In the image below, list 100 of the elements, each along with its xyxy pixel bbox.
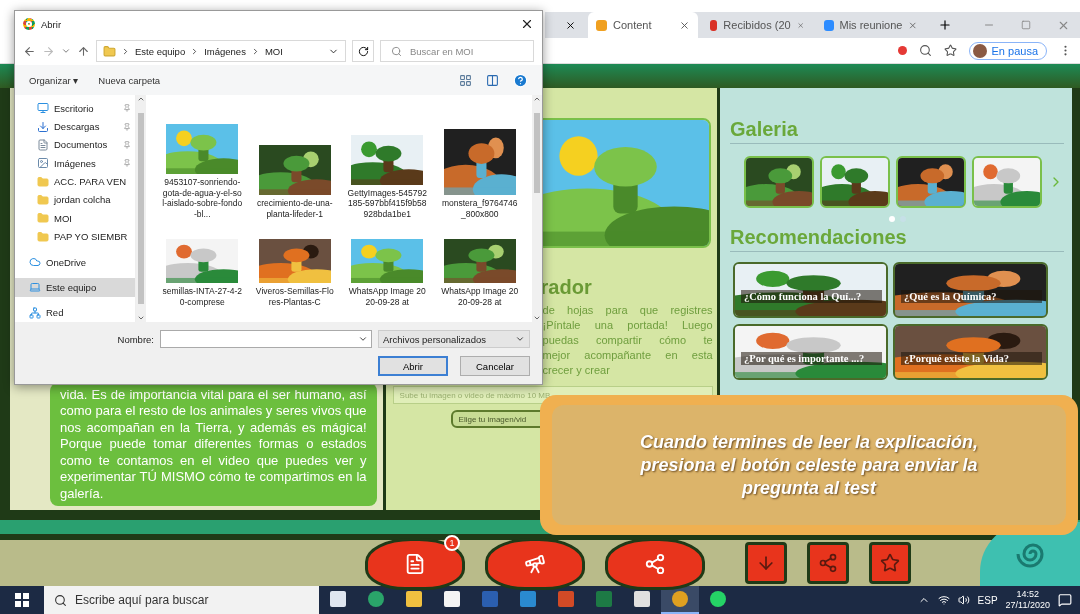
sidebar-item[interactable]: Documentos [15, 135, 135, 155]
chrome-icon [23, 18, 35, 30]
image-icon [37, 157, 49, 170]
windows-icon [15, 593, 29, 607]
network-icon [29, 306, 41, 319]
folder-icon [37, 175, 49, 188]
scrollbar-thumb[interactable] [138, 113, 144, 304]
search-field[interactable]: Buscar en MOI [380, 40, 534, 62]
extension-icon[interactable] [897, 46, 907, 55]
card-title: ¿Qué es la Química? [901, 290, 1042, 303]
new-tab-icon[interactable] [938, 18, 952, 32]
close-icon[interactable] [520, 17, 534, 31]
telescope-icon [524, 553, 546, 575]
recommendation-card[interactable]: ¿Porqué existe la Vida? [893, 324, 1048, 380]
new-folder-button[interactable]: Nueva carpeta [98, 74, 161, 86]
close-icon[interactable] [565, 19, 576, 31]
file-type-select[interactable]: Archivos personalizados [378, 330, 530, 348]
browser-tab[interactable]: Content [588, 12, 698, 38]
view-icon[interactable] [459, 73, 472, 87]
file-item[interactable]: monstera_f9764746_800x800 [433, 101, 526, 239]
scroll-down-icon[interactable] [533, 314, 541, 322]
browser-tab[interactable]: Recibidos (20 [702, 12, 812, 38]
refresh-button[interactable] [352, 40, 374, 62]
preview-pane-icon[interactable] [486, 73, 499, 87]
file-item[interactable]: crecimiento-de-una-planta-lifeder-1 [248, 101, 341, 239]
search-icon[interactable] [918, 44, 932, 57]
sidebar-item[interactable]: Este equipo [15, 278, 135, 297]
dialog-title: Abrir [41, 18, 63, 30]
recommendation-card[interactable]: ¿Cómo funciona la Quí...? [733, 262, 888, 318]
help-icon[interactable] [513, 72, 528, 88]
language-indicator[interactable]: ESP [977, 594, 998, 606]
breadcrumb[interactable]: Este equipo [135, 45, 186, 57]
file-item[interactable]: WhatsApp Image 2020-09-28 at [433, 239, 526, 322]
field-label: Nombre: [117, 333, 154, 345]
whatsapp-icon [710, 591, 726, 607]
scroll-up-icon[interactable] [533, 95, 541, 103]
lesson-text: vida. Es de importancia vital para el ser humano, así como para el resto de los animales y seres vivos que nos acompañan en la Tierra, y además es mágica! Porque puede tomar diferentes formas o estados como te contamos en el video que puedes ver y experimentar TÚ MISMO cómo te compartimos en la galería. [50, 382, 377, 506]
file-item[interactable]: WhatsApp Image 2020-09-28 at [341, 239, 434, 322]
dropdown-icon [358, 334, 368, 344]
sidebar-item[interactable]: Escritorio [15, 99, 135, 118]
taskbar-search[interactable]: Escribe aquí para buscar [44, 586, 319, 614]
refresh-icon [357, 45, 369, 57]
network-icon[interactable] [937, 594, 950, 606]
tool-button[interactable] [807, 542, 849, 584]
store-icon [444, 591, 460, 607]
file-item[interactable]: 9453107-sonriendo-gota-de-agua-y-el-sol-aislado-sobre-fondo-bl... [156, 101, 249, 239]
notifications-icon[interactable] [1058, 593, 1072, 607]
browser-tab[interactable]: Mis reunione [816, 12, 926, 38]
organize-menu[interactable]: Organizar ▾ [29, 74, 79, 86]
sidebar-item[interactable]: PAP YO SIEMBR [15, 227, 135, 246]
taskbar-app[interactable] [661, 586, 699, 614]
sidebar-item[interactable]: Red [15, 303, 135, 322]
tool-button[interactable] [745, 542, 787, 584]
recommendation-card[interactable]: ¿Por qué es importante ...? [733, 324, 888, 380]
video-icon [824, 19, 834, 31]
sidebar-item[interactable]: Descargas [15, 117, 135, 136]
open-button[interactable]: Abrir [378, 356, 448, 376]
scroll-down-icon[interactable] [137, 314, 145, 322]
bookmark-star-icon[interactable] [943, 44, 957, 57]
scrollbar-thumb[interactable] [534, 113, 540, 194]
sidebar-item[interactable]: MOI [15, 209, 135, 228]
file-item[interactable]: GettyImages-545792185-597bbf415f9b58928bda1be1 [341, 101, 434, 239]
sidebar-item[interactable]: OneDrive [15, 252, 135, 272]
menu-button[interactable] [605, 538, 705, 590]
pager-dot[interactable] [888, 216, 895, 222]
document-icon [404, 553, 426, 575]
menu-button[interactable]: 1 [365, 538, 465, 590]
recommendation-card[interactable]: ¿Qué es la Química? [893, 262, 1048, 318]
filename-field[interactable] [160, 330, 372, 348]
scroll-up-icon[interactable] [137, 95, 145, 103]
address-bar[interactable]: Este equipo Imágenes MOI [96, 40, 346, 62]
tool-button[interactable] [869, 542, 911, 584]
search-icon [54, 593, 67, 607]
file-item[interactable]: Viveros-Semillas-Flores-Plantas-C [248, 239, 341, 322]
task-view-icon [330, 591, 346, 607]
card-title: ¿Cómo funciona la Quí...? [741, 290, 882, 303]
star-icon [880, 553, 900, 573]
mail-icon [520, 591, 536, 607]
folder-icon [37, 230, 49, 243]
history-icon[interactable] [61, 46, 71, 56]
breadcrumb[interactable]: MOI [264, 45, 283, 57]
excel-icon [596, 591, 612, 607]
sidebar-item[interactable]: ACC. PARA VEN [15, 172, 135, 191]
menu-button[interactable] [485, 538, 585, 590]
breadcrumb[interactable]: Imágenes [204, 45, 246, 57]
up-icon[interactable] [77, 44, 90, 58]
nodes-icon [644, 553, 666, 575]
cloud-icon [29, 256, 41, 269]
section-heading: rador [540, 276, 593, 299]
volume-icon[interactable] [957, 594, 970, 606]
back-icon[interactable] [23, 44, 36, 58]
sidebar-item[interactable]: jordan colcha [15, 190, 135, 210]
cancel-button[interactable]: Cancelar [460, 356, 530, 376]
sidebar-item[interactable]: Imágenes [15, 154, 135, 173]
card-title: ¿Porqué existe la Vida? [901, 352, 1042, 365]
file-item[interactable]: semillas-INTA-27-4-20-comprese [156, 239, 249, 322]
avatar-icon [972, 43, 987, 58]
monitor-icon [37, 102, 49, 115]
folder-icon [37, 193, 49, 206]
clock[interactable]: 14:52 27/11/2020 [1005, 589, 1050, 611]
